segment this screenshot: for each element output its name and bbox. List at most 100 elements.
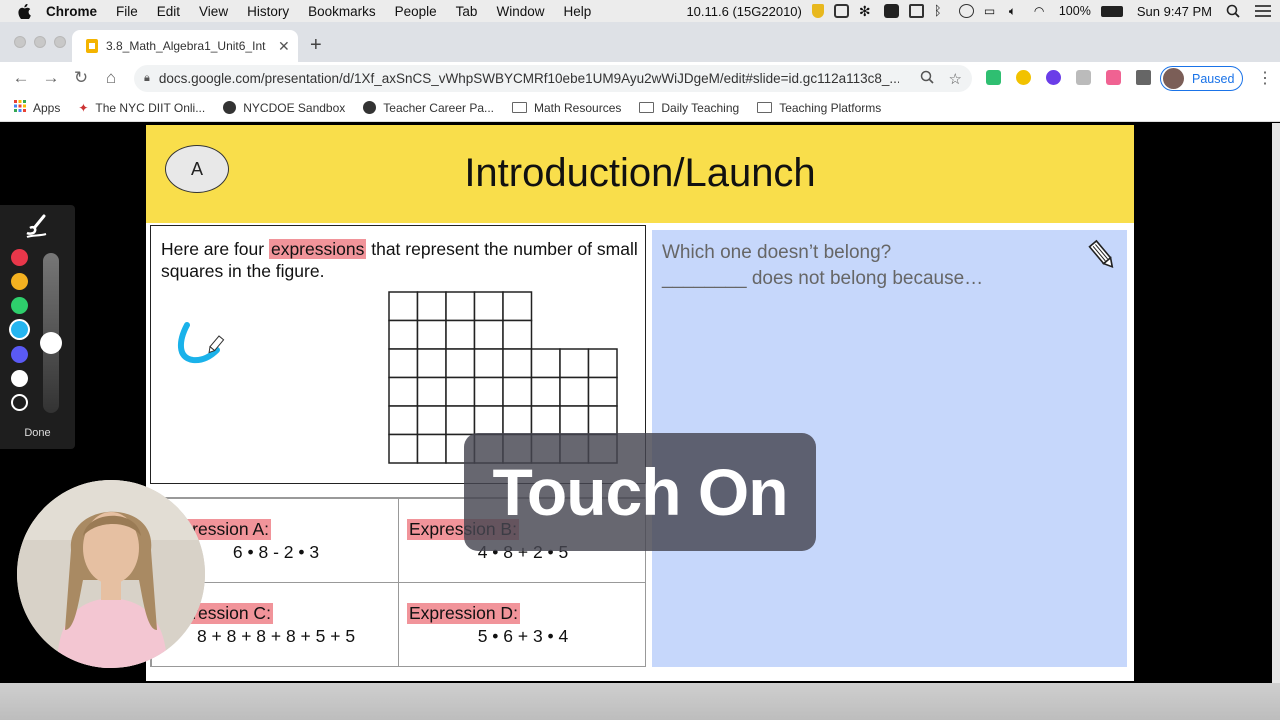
spotlight-search-icon[interactable]	[1226, 4, 1241, 18]
bookmark-apps[interactable]: Apps	[14, 100, 60, 115]
color-blue-swatch[interactable]	[11, 346, 28, 363]
grid-square	[416, 348, 447, 379]
pencil-icon	[1088, 239, 1114, 269]
grid-square	[473, 405, 504, 436]
bookmark-math-resources[interactable]: Math Resources	[512, 101, 621, 115]
expression-value: 5 • 6 + 3 • 4	[477, 626, 569, 646]
expression-value: 8 + 8 + 8 + 8 + 5 + 5	[196, 626, 356, 646]
window-close-button[interactable]	[14, 36, 26, 48]
back-icon[interactable]: ←	[6, 68, 36, 88]
record-icon[interactable]	[833, 4, 849, 18]
tab-strip: 3.8_Math_Algebra1_Unit6_Intro ✕ +	[0, 22, 1280, 62]
lock-icon[interactable]: 🔒︎	[144, 72, 150, 85]
bookmark-label: Teacher Career Pa...	[383, 100, 494, 115]
done-button[interactable]: Done	[0, 427, 75, 439]
extensions-puzzle-icon[interactable]	[1136, 70, 1151, 85]
webcam-bubble[interactable]	[17, 480, 205, 668]
presenter-video	[17, 480, 205, 668]
color-green-swatch[interactable]	[11, 297, 28, 314]
color-orange-swatch[interactable]	[11, 273, 28, 290]
grid-square	[416, 376, 447, 407]
menu-bookmarks[interactable]: Bookmarks	[308, 4, 376, 19]
grid-square	[388, 376, 419, 407]
slide: A Introduction/Launch Here are four expr…	[146, 125, 1134, 681]
screen-icon[interactable]	[908, 4, 924, 18]
grid-square	[416, 291, 447, 322]
profile-button[interactable]: Paused	[1160, 66, 1243, 91]
bookmark-label: The NYC DIIT Onli...	[95, 100, 206, 115]
menu-tab[interactable]: Tab	[456, 4, 478, 19]
grid-square	[502, 319, 533, 350]
grid-square	[416, 405, 447, 436]
intro-text: Here are four expressions that represent…	[161, 238, 641, 282]
wifi-icon[interactable]: ◠	[1034, 4, 1049, 18]
apps-grid-icon	[14, 100, 26, 115]
home-icon[interactable]: ⌂	[96, 68, 126, 88]
color-cyan-swatch[interactable]	[11, 321, 28, 338]
touch-on-overlay: Touch On	[464, 433, 816, 551]
menu-file[interactable]: File	[116, 4, 138, 19]
forward-icon[interactable]: →	[36, 68, 66, 88]
pen-size-slider-handle[interactable]	[40, 332, 62, 354]
apple-icon[interactable]	[18, 3, 32, 19]
color-red-swatch[interactable]	[11, 249, 28, 266]
bookmark-star-icon[interactable]: ☆	[949, 70, 962, 88]
menu-view[interactable]: View	[199, 4, 228, 19]
folder-icon	[512, 102, 527, 113]
zoom-icon[interactable]	[920, 70, 934, 87]
window-minimize-button[interactable]	[34, 36, 46, 48]
grid-square	[388, 291, 419, 322]
menu-window[interactable]: Window	[496, 4, 544, 19]
reload-icon[interactable]: ↻	[66, 68, 96, 88]
menu-help[interactable]: Help	[563, 4, 591, 19]
extension-hand-icon[interactable]	[1016, 70, 1031, 85]
bookmark-nycdoe-sandbox[interactable]: NYCDOE Sandbox	[223, 101, 345, 115]
new-tab-button[interactable]: +	[310, 34, 322, 57]
os-version: 10.11.6 (15G22010)	[686, 3, 802, 19]
window-zoom-button[interactable]	[54, 36, 66, 48]
expression-label: Expression D:	[407, 603, 520, 624]
menu-history[interactable]: History	[247, 4, 289, 19]
airplay-icon[interactable]: ▭	[984, 4, 999, 18]
bookmark-nyc-diit[interactable]: ✦ The NYC DIIT Onli...	[78, 101, 205, 115]
menu-app-name[interactable]: Chrome	[46, 4, 97, 19]
menu-people[interactable]: People	[395, 4, 437, 19]
grid-square	[502, 405, 533, 436]
grid-square	[445, 376, 476, 407]
battery-icon[interactable]	[1100, 5, 1123, 17]
folder-icon	[639, 102, 655, 113]
camera-icon[interactable]	[883, 4, 899, 18]
address-bar[interactable]: 🔒︎ docs.google.com/presentation/d/1Xf_ax…	[134, 65, 972, 92]
more-menu-icon[interactable]: ⋮	[1257, 68, 1273, 88]
bookmark-label: NYCDOE Sandbox	[243, 100, 346, 115]
grid-square	[502, 348, 533, 379]
color-white-swatch[interactable]	[11, 370, 28, 387]
volume-icon[interactable]: 🔈︎	[1009, 4, 1024, 18]
menu-edit[interactable]: Edit	[157, 4, 180, 19]
bookmark-daily-teaching[interactable]: Daily Teaching	[639, 101, 739, 115]
bookmark-teaching-platforms[interactable]: Teaching Platforms	[757, 101, 881, 115]
color-black-swatch[interactable]	[11, 394, 28, 411]
brush-icon[interactable]	[24, 213, 50, 239]
bookmark-teacher-career[interactable]: Teacher Career Pa...	[363, 101, 494, 115]
bluetooth-icon[interactable]: ᛒ	[934, 4, 949, 18]
shield-icon[interactable]	[811, 4, 824, 18]
grid-square	[388, 348, 419, 379]
slides-favicon-icon	[86, 39, 98, 53]
browser-tab[interactable]: 3.8_Math_Algebra1_Unit6_Intro ✕	[72, 30, 298, 62]
scrollbar[interactable]	[1272, 123, 1280, 683]
extension-flower-icon[interactable]	[1046, 70, 1061, 85]
url-text[interactable]: docs.google.com/presentation/d/1Xf_axSnC…	[159, 71, 899, 86]
grid-square	[388, 433, 419, 464]
annotation-toolbar: Done	[0, 205, 75, 449]
clock[interactable]: Sun 9:47 PM	[1137, 4, 1212, 19]
slide-title: Introduction/Launch	[464, 151, 816, 195]
extension-grammarly-icon[interactable]	[986, 70, 1001, 85]
notification-center-icon[interactable]	[1255, 4, 1271, 18]
extension-screencast-icon[interactable]	[1106, 70, 1121, 85]
close-tab-icon[interactable]: ✕	[278, 38, 290, 55]
grid-square	[502, 291, 533, 322]
extension-generic-icon[interactable]	[1076, 70, 1091, 85]
settings-icon[interactable]: ✻	[859, 4, 874, 18]
time-machine-icon[interactable]	[958, 4, 974, 18]
